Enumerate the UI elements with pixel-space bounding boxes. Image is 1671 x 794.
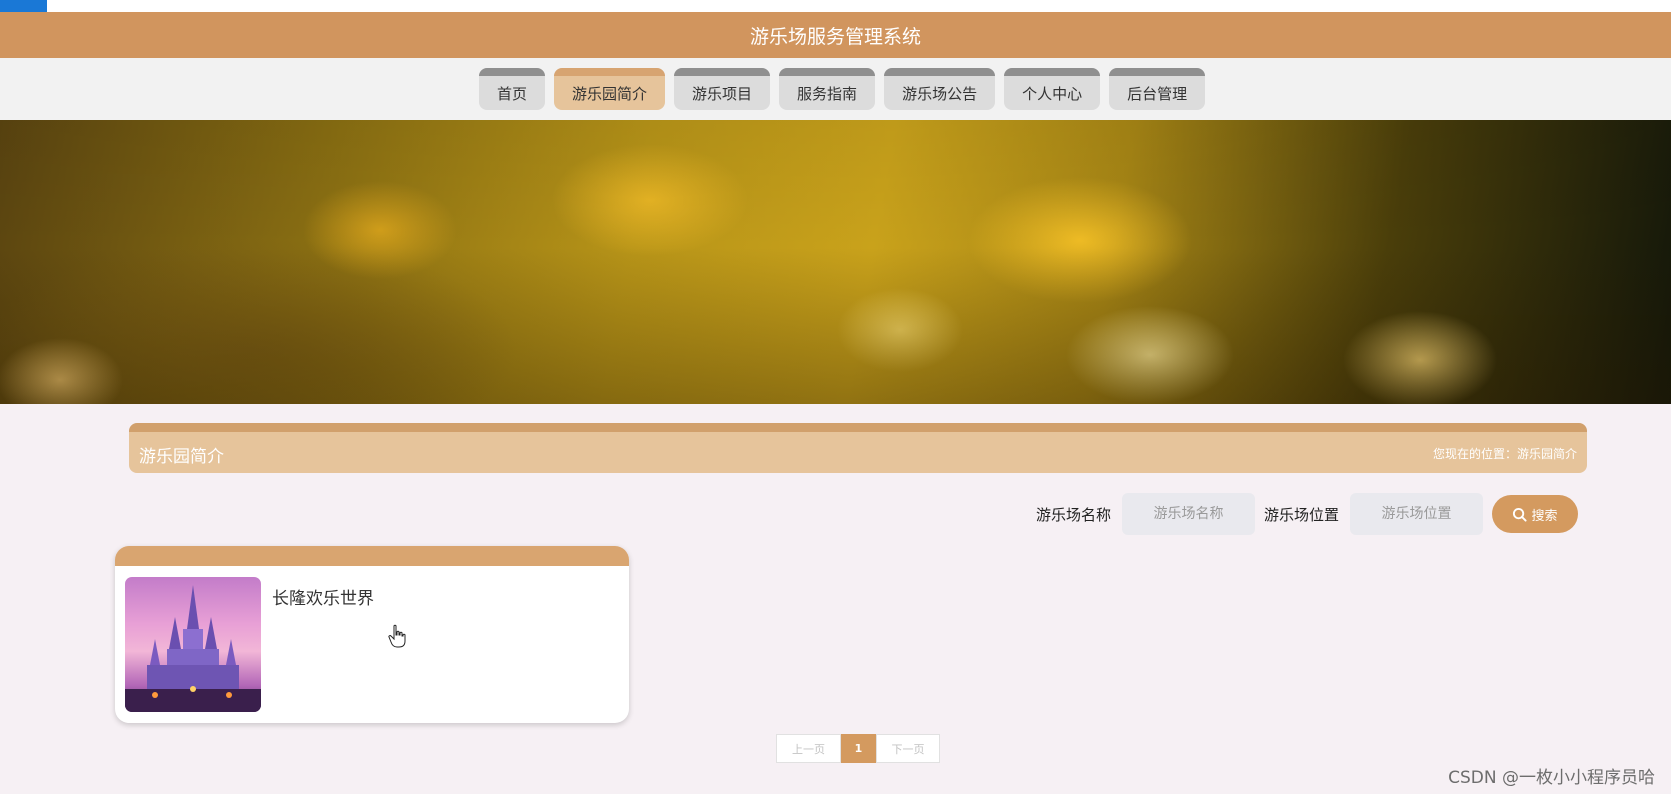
breadcrumb: 您现在的位置：游乐园简介 bbox=[1432, 447, 1577, 461]
hand-cursor-icon bbox=[388, 624, 406, 648]
card-top-bar bbox=[115, 546, 629, 566]
nav-item-service-guide[interactable]: 服务指南 bbox=[779, 68, 876, 110]
nav-item-label: 服务指南 bbox=[797, 84, 858, 103]
name-search-input[interactable] bbox=[1122, 493, 1255, 535]
prev-page-button[interactable]: 上一页 bbox=[776, 734, 841, 763]
blue-tab-indicator bbox=[0, 0, 47, 12]
search-name-group: 游乐场名称 bbox=[1036, 493, 1111, 535]
hero-banner-image bbox=[0, 120, 1671, 404]
nav-item-label: 游乐项目 bbox=[692, 84, 753, 103]
nav-item-personal-center[interactable]: 个人中心 bbox=[1004, 68, 1101, 110]
location-search-label: 游乐场位置 bbox=[1264, 505, 1340, 524]
nav-item-label: 后台管理 bbox=[1127, 84, 1188, 103]
section-title: 游乐园简介 bbox=[139, 447, 224, 467]
section-header: 游乐园简介 您现在的位置：游乐园简介 bbox=[129, 423, 1587, 473]
prev-page-label: 上一页 bbox=[792, 742, 825, 756]
search-button[interactable]: 搜索 bbox=[1492, 495, 1578, 533]
nav-item-admin[interactable]: 后台管理 bbox=[1109, 68, 1206, 110]
search-name-input-wrap bbox=[1122, 493, 1255, 535]
top-strip bbox=[0, 0, 1671, 12]
nav-item-announcements[interactable]: 游乐场公告 bbox=[884, 68, 996, 110]
name-search-label: 游乐场名称 bbox=[1036, 505, 1112, 524]
nav-item-label: 游乐场公告 bbox=[902, 84, 978, 103]
castle-illustration bbox=[125, 585, 261, 712]
site-title: 游乐场服务管理系统 bbox=[749, 25, 921, 48]
current-page-number: 1 bbox=[854, 742, 863, 755]
search-location-group: 游乐场位置 bbox=[1264, 493, 1339, 535]
nav-item-attractions[interactable]: 游乐项目 bbox=[674, 68, 771, 110]
current-page-button[interactable]: 1 bbox=[841, 734, 876, 763]
nav-item-label: 首页 bbox=[497, 84, 528, 103]
item-title: 长隆欢乐世界 bbox=[272, 589, 374, 609]
next-page-button[interactable]: 下一页 bbox=[876, 734, 940, 763]
location-search-input[interactable] bbox=[1350, 493, 1483, 535]
nav-item-park-intro[interactable]: 游乐园简介 bbox=[554, 68, 666, 110]
next-page-label: 下一页 bbox=[891, 742, 925, 756]
banner-shade bbox=[0, 120, 1671, 404]
site-title-bar: 游乐场服务管理系统 bbox=[0, 12, 1671, 58]
nav-item-label: 个人中心 bbox=[1022, 84, 1083, 103]
main-navbar: 首页 游乐园简介 游乐项目 服务指南 游乐场公告 个人中心 后台管理 bbox=[0, 58, 1671, 120]
watermark: CSDN @一枚小小程序员哈 bbox=[1448, 768, 1655, 788]
nav-item-label: 游乐园简介 bbox=[572, 84, 648, 103]
search-icon bbox=[1513, 507, 1528, 522]
nav-item-home[interactable]: 首页 bbox=[479, 68, 546, 110]
castle-image bbox=[125, 577, 261, 712]
pagination: 上一页 1 下一页 bbox=[776, 734, 940, 763]
search-button-label: 搜索 bbox=[1531, 508, 1558, 524]
search-location-input-wrap bbox=[1350, 493, 1483, 535]
list-item[interactable]: 长隆欢乐世界 bbox=[115, 546, 629, 723]
